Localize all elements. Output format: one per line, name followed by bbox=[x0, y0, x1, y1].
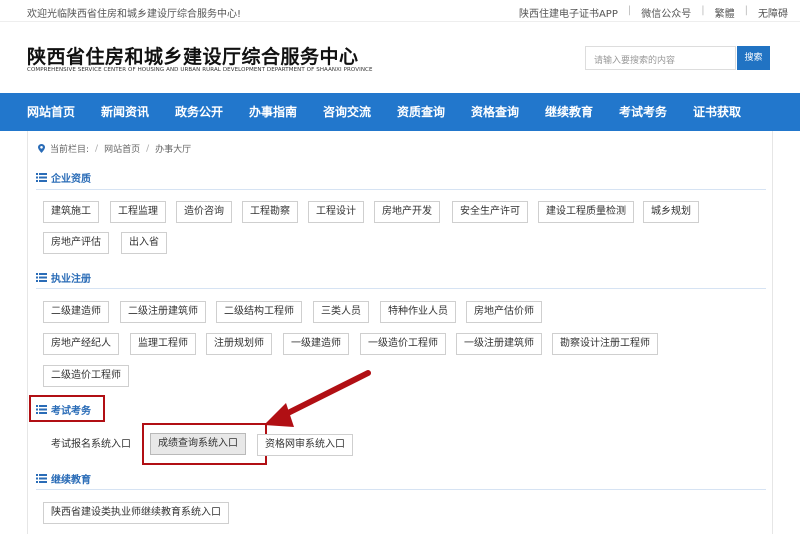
divider bbox=[36, 288, 766, 289]
site-header: 陕西省住房和城乡建设厅综合服务中心 COMPREHENSIVE SERVICE … bbox=[0, 22, 800, 93]
list-icon bbox=[36, 273, 47, 282]
tag-three-class-staff[interactable]: 三类人员 bbox=[313, 301, 369, 323]
nav-guide[interactable]: 办事指南 bbox=[249, 93, 323, 131]
breadcrumb-current[interactable]: 办事大厅 bbox=[155, 142, 191, 155]
main-nav: 网站首页 新闻资讯 政务公开 办事指南 咨询交流 资质查询 资格查询 继续教育 … bbox=[0, 93, 800, 131]
tag-quality-testing[interactable]: 建设工程质量检测 bbox=[538, 201, 634, 223]
tag-grade2-cost-engineer[interactable]: 二级造价工程师 bbox=[43, 365, 129, 387]
tag-grade2-architect[interactable]: 二级注册建筑师 bbox=[120, 301, 206, 323]
nav-news[interactable]: 新闻资讯 bbox=[101, 93, 175, 131]
nav-exam-affairs[interactable]: 考试考务 bbox=[619, 93, 693, 131]
welcome-text: 欢迎光临陕西省住房和城乡建设厅综合服务中心! bbox=[27, 9, 242, 20]
tag-real-estate-broker[interactable]: 房地产经纪人 bbox=[43, 333, 119, 355]
tag-survey[interactable]: 工程勘察 bbox=[242, 201, 298, 223]
tag-safety-license[interactable]: 安全生产许可 bbox=[452, 201, 528, 223]
score-query-link[interactable]: 成绩查询系统入口 bbox=[150, 433, 246, 455]
tag-supervision-engineer[interactable]: 监理工程师 bbox=[130, 333, 196, 355]
nav-gov-affairs[interactable]: 政务公开 bbox=[175, 93, 249, 131]
section-title-enterprise: 企业资质 bbox=[36, 170, 91, 185]
top-link-accessibility[interactable]: 无障碍 bbox=[758, 5, 788, 20]
tag-design[interactable]: 工程设计 bbox=[308, 201, 364, 223]
divider: | bbox=[701, 5, 705, 16]
divider bbox=[36, 489, 766, 490]
top-link-wechat[interactable]: 微信公众号 bbox=[641, 5, 691, 20]
main-content: 当前栏目: / 网站首页 / 办事大厅 企业资质 建筑施工 工程监理 造价咨询 … bbox=[27, 131, 773, 534]
site-subtitle: COMPREHENSIVE SERVICE CENTER OF HOUSING … bbox=[27, 67, 373, 73]
qualification-review-link[interactable]: 资格网审系统入口 bbox=[257, 434, 353, 456]
divider: | bbox=[627, 5, 632, 16]
exam-registration-link[interactable]: 考试报名系统入口 bbox=[43, 434, 139, 456]
site-title[interactable]: 陕西省住房和城乡建设厅综合服务中心 bbox=[27, 42, 359, 69]
tag-grade1-constructor[interactable]: 一级建造师 bbox=[283, 333, 349, 355]
nav-qualification-query[interactable]: 资质查询 bbox=[397, 93, 471, 131]
nav-certificate[interactable]: 证书获取 bbox=[693, 93, 767, 131]
tag-grade1-cost-engineer[interactable]: 一级造价工程师 bbox=[360, 333, 446, 355]
list-icon bbox=[36, 173, 47, 182]
top-bar: 欢迎光临陕西省住房和城乡建设厅综合服务中心! 陕西住建电子证书APP | 微信公… bbox=[0, 0, 800, 22]
location-pin-icon bbox=[38, 144, 45, 153]
arrow-icon bbox=[264, 370, 371, 427]
breadcrumb-label: 当前栏目: bbox=[50, 145, 90, 155]
list-icon bbox=[36, 405, 47, 414]
search-input[interactable]: 请输入要搜索的内容 bbox=[585, 46, 736, 70]
tag-grade1-architect[interactable]: 一级注册建筑师 bbox=[456, 333, 542, 355]
divider: | bbox=[744, 5, 748, 16]
tag-cost-consulting[interactable]: 造价咨询 bbox=[176, 201, 232, 223]
top-link-app[interactable]: 陕西住建电子证书APP bbox=[519, 5, 618, 20]
divider bbox=[36, 189, 766, 190]
nav-consult[interactable]: 咨询交流 bbox=[323, 93, 397, 131]
nav-credential-query[interactable]: 资格查询 bbox=[471, 93, 545, 131]
tag-grade2-structural[interactable]: 二级结构工程师 bbox=[216, 301, 302, 323]
tag-construction[interactable]: 建筑施工 bbox=[43, 201, 99, 223]
tag-real-estate-dev[interactable]: 房地产开发 bbox=[374, 201, 440, 223]
section-title-exam: 考试考务 bbox=[36, 402, 91, 417]
breadcrumb: 当前栏目: / 网站首页 / 办事大厅 bbox=[38, 142, 191, 155]
list-icon bbox=[36, 474, 47, 483]
top-links: 陕西住建电子证书APP | 微信公众号 | 繁體 | 无障碍 bbox=[519, 5, 788, 20]
tag-registered-planner[interactable]: 注册规划师 bbox=[206, 333, 272, 355]
tag-inter-province[interactable]: 出入省 bbox=[121, 232, 167, 254]
tag-grade2-constructor[interactable]: 二级建造师 bbox=[43, 301, 109, 323]
tag-special-operators[interactable]: 特种作业人员 bbox=[380, 301, 456, 323]
tag-survey-design-engineer[interactable]: 勘察设计注册工程师 bbox=[552, 333, 658, 355]
tag-real-estate-appraiser[interactable]: 房地产估价师 bbox=[466, 301, 542, 323]
breadcrumb-home[interactable]: 网站首页 bbox=[104, 142, 140, 155]
nav-continuing-education[interactable]: 继续教育 bbox=[545, 93, 619, 131]
breadcrumb-separator: / bbox=[95, 143, 99, 154]
breadcrumb-separator: / bbox=[146, 143, 150, 154]
tag-urban-planning[interactable]: 城乡规划 bbox=[643, 201, 699, 223]
search-button[interactable]: 搜索 bbox=[737, 46, 770, 70]
section-title-practice: 执业注册 bbox=[36, 270, 91, 285]
continuing-education-link[interactable]: 陕西省建设类执业师继续教育系统入口 bbox=[43, 502, 229, 524]
top-link-traditional[interactable]: 繁體 bbox=[715, 5, 735, 20]
tag-real-estate-appraisal[interactable]: 房地产评估 bbox=[43, 232, 109, 254]
nav-home[interactable]: 网站首页 bbox=[27, 93, 101, 131]
section-title-education: 继续教育 bbox=[36, 471, 91, 486]
tag-supervision[interactable]: 工程监理 bbox=[110, 201, 166, 223]
